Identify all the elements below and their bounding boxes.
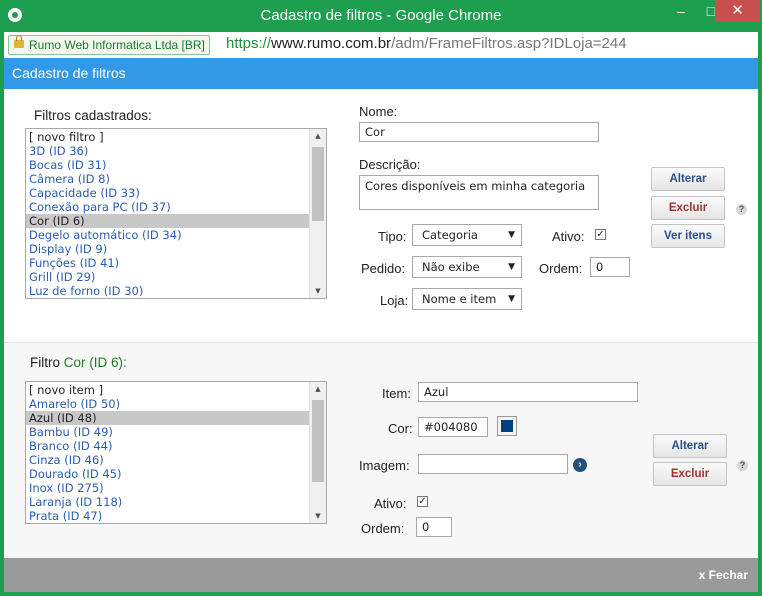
item-alterar-button[interactable]: Alterar [653,434,727,458]
scroll-down-icon[interactable]: ▼ [310,510,326,522]
url-domain: www.rumo.com.br [271,35,392,52]
color-swatch [501,420,513,432]
list-item[interactable]: Amarelo (ID 50) [26,397,326,411]
tipo-value: Categoria [422,228,478,242]
security-label: Rumo Web Informatica Ltda [BR] [29,38,205,52]
descricao-label: Descrição: [359,157,421,172]
nome-label: Nome: [359,104,398,119]
filters-scrollbar[interactable]: ▲ ▼ [309,129,326,298]
url-protocol: https:// [226,35,272,52]
list-item[interactable]: Prata (ID 47) [26,509,326,523]
list-item[interactable]: Display (ID 9) [26,242,326,256]
dropdown-arrow-icon: ▼ [508,262,515,272]
pedido-value: Não exibe [422,260,480,274]
scroll-up-icon[interactable]: ▲ [310,130,326,142]
loja-value: Nome e item [422,292,497,306]
filters-heading: Filtros cadastrados: [34,108,152,123]
fechar-button[interactable]: x Fechar [699,568,748,582]
page-footer: x Fechar [4,558,758,592]
close-window-button[interactable]: ✕ [715,0,760,22]
list-item[interactable]: Capacidade (ID 33) [26,186,326,200]
list-item[interactable]: Degelo automático (ID 34) [26,228,326,242]
scroll-thumb[interactable] [312,400,324,482]
loja-select[interactable]: Nome e item ▼ [412,288,522,310]
page-content: Cadastro de filtros Filtros cadastrados:… [4,58,758,592]
loja-label: Loja: [380,293,409,308]
pedido-select[interactable]: Não exibe ▼ [412,256,522,278]
list-item[interactable]: Azul (ID 48) [26,411,326,425]
cor-label: Cor: [388,421,413,436]
lock-icon [14,35,24,48]
color-picker-button[interactable] [497,416,517,436]
nome-input[interactable]: Cor [359,122,599,142]
descricao-textarea[interactable]: Cores disponíveis em minha categoria [359,175,599,210]
excluir-button[interactable]: Excluir [651,196,725,220]
item-label: Item: [382,386,411,401]
alterar-button[interactable]: Alterar [651,167,725,191]
item-input[interactable]: Azul [418,382,638,402]
item-ativo-checkbox[interactable]: ✓ [417,496,428,507]
item-ativo-label: Ativo: [374,496,407,511]
dropdown-arrow-icon: ▼ [508,230,515,240]
items-scrollbar[interactable]: ▲ ▼ [309,382,326,523]
help-icon[interactable]: ? [736,204,747,215]
ver-itens-button[interactable]: Ver itens [651,224,725,248]
imagem-input[interactable] [418,454,568,474]
ativo-label: Ativo: [552,229,585,244]
list-item[interactable]: Cor (ID 6) [26,214,326,228]
list-item[interactable]: Conexão para PC (ID 37) [26,200,326,214]
filters-listbox[interactable]: [ novo filtro ] 3D (ID 36) Bocas (ID 31) Câ… [25,128,327,299]
items-listbox[interactable]: [ novo item ] Amarelo (ID 50) Azul (ID 48)… [25,381,327,524]
ordem-input[interactable]: 0 [590,257,630,277]
filter-items-heading-prefix: Filtro [30,355,60,370]
filter-items-heading: Filtro Cor (ID 6): [30,355,127,370]
window-title: Cadastro de filtros - Google Chrome [260,7,502,24]
imagem-label: Imagem: [359,458,410,473]
list-item[interactable]: Funções (ID 41) [26,256,326,270]
upload-arrow-icon[interactable]: › [573,458,587,472]
list-item[interactable]: Luz de forno (ID 30) [26,284,326,298]
url-path: /adm/FrameFiltros.asp?IDLoja=244 [391,35,627,52]
minimize-button[interactable]: – [666,0,696,22]
item-ordem-label: Ordem: [361,521,405,536]
filter-items-heading-name: Cor (ID 6): [63,355,127,370]
ativo-checkbox[interactable]: ✓ [595,229,606,240]
list-item[interactable]: Dourado (ID 45) [26,467,326,481]
list-item[interactable]: Cinza (ID 46) [26,453,326,467]
window-titlebar: Cadastro de filtros - Google Chrome – □ … [0,0,762,32]
list-item[interactable]: Grill (ID 29) [26,270,326,284]
list-item[interactable]: [ novo filtro ] [26,130,326,144]
list-item[interactable]: Câmera (ID 8) [26,172,326,186]
scroll-down-icon[interactable]: ▼ [310,285,326,297]
list-item[interactable]: [ novo item ] [26,383,326,397]
page-title: Cadastro de filtros [12,65,126,81]
list-item[interactable]: Laranja (ID 118) [26,495,326,509]
security-indicator[interactable]: Rumo Web Informatica Ltda [BR] [8,35,210,55]
tipo-label: Tipo: [378,229,407,244]
scroll-up-icon[interactable]: ▲ [310,383,326,395]
list-item[interactable]: Bocas (ID 31) [26,158,326,172]
url-text[interactable]: https://www.rumo.com.br/adm/FrameFiltros… [226,35,627,52]
item-help-icon[interactable]: ? [737,460,748,471]
filter-items-section: Filtro Cor (ID 6): [ novo item ] Amarelo … [4,342,758,559]
ordem-label: Ordem: [539,261,583,276]
cor-input[interactable]: #004080 [418,417,488,437]
list-item[interactable]: 3D (ID 36) [26,144,326,158]
tipo-select[interactable]: Categoria ▼ [412,224,522,246]
item-ordem-input[interactable]: 0 [416,517,452,537]
scroll-thumb[interactable] [312,147,324,221]
list-item[interactable]: Inox (ID 275) [26,481,326,495]
list-item[interactable]: Bambu (ID 49) [26,425,326,439]
pedido-label: Pedido: [361,261,406,276]
page-header: Cadastro de filtros [4,58,758,89]
list-item[interactable]: Branco (ID 44) [26,439,326,453]
dropdown-arrow-icon: ▼ [508,294,515,304]
item-excluir-button[interactable]: Excluir [653,462,727,486]
address-bar[interactable]: Rumo Web Informatica Ltda [BR] https://w… [4,32,758,58]
